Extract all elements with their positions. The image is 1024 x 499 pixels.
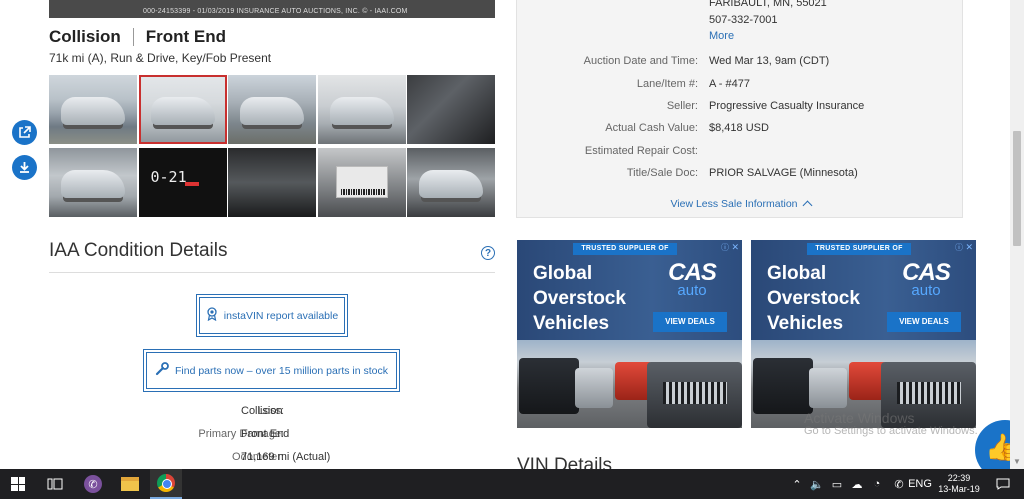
view-deals-button[interactable]: VIEW DEALS xyxy=(653,312,727,332)
vehicle-subtitle: 71k mi (A), Run & Drive, Key/Fob Present xyxy=(49,51,272,65)
damage-title: Front End xyxy=(145,27,227,46)
viber-app-icon[interactable]: ✆ xyxy=(78,469,108,499)
ad-headline: Global Overstock Vehicles xyxy=(533,263,626,334)
windows-taskbar: ✆ ⌃ 🔈 ▭ ☁ ◔ ✆ ENG 22:39 13-Mar-19 xyxy=(0,469,1024,499)
vin-details-heading: VIN Details xyxy=(517,455,613,469)
task-view-icon[interactable] xyxy=(40,469,70,499)
thumb-1[interactable] xyxy=(49,75,137,144)
ad-headline: Global Overstock Vehicles xyxy=(767,263,860,334)
ad-ribbon: TRUSTED SUPPLIER OF xyxy=(573,243,677,255)
ad-info-icon[interactable]: ⓘ xyxy=(955,242,963,253)
clock-time: 22:39 xyxy=(947,473,971,483)
section-divider xyxy=(49,272,495,273)
vehicle-title: Collision Front End xyxy=(49,27,226,47)
find-parts-label: Find parts now – over 15 million parts i… xyxy=(174,364,388,377)
windows-logo-icon xyxy=(11,477,25,491)
activate-windows-watermark: Activate Windows Go to Settings to activ… xyxy=(804,410,978,437)
battery-icon[interactable]: ▭ xyxy=(828,469,846,499)
ad-close-icon[interactable]: ✕ xyxy=(731,242,739,253)
thumb-3[interactable] xyxy=(228,75,316,144)
view-less-link[interactable]: View Less Sale Information xyxy=(517,198,964,211)
cas-auto-logo: CAS auto xyxy=(902,259,951,299)
thumb-2[interactable] xyxy=(138,75,227,144)
view-deals-button[interactable]: VIEW DEALS xyxy=(887,312,961,332)
tray-expand-icon[interactable]: ⌃ xyxy=(788,469,806,499)
wrench-icon xyxy=(155,362,169,379)
condition-heading: IAA Condition Details xyxy=(49,240,228,261)
cloud-icon[interactable]: ☁ xyxy=(848,469,866,499)
ad-vehicle-photo xyxy=(517,340,742,428)
scroll-down-arrow-icon[interactable]: ▼ xyxy=(1010,455,1024,469)
thumbnail-gallery: 0-21 xyxy=(49,75,495,218)
clock-date: 13-Mar-19 xyxy=(938,484,980,494)
seller-city: FARIBAULT, MN, 55021 xyxy=(709,0,827,9)
ribbon-badge-icon xyxy=(206,307,218,324)
start-button[interactable] xyxy=(0,469,36,499)
find-parts-button[interactable]: Find parts now – over 15 million parts i… xyxy=(143,349,400,392)
instavin-button[interactable]: instaVIN report available xyxy=(196,294,348,337)
thumb-8[interactable] xyxy=(228,148,316,217)
photo-caption: 000-24153399 - 01/03/2019 INSURANCE AUTO… xyxy=(143,8,408,15)
title-divider xyxy=(132,28,134,46)
download-icon[interactable] xyxy=(12,155,37,180)
scrollbar[interactable] xyxy=(1010,0,1024,469)
more-link[interactable]: More xyxy=(709,30,734,42)
notification-center-icon[interactable] xyxy=(990,469,1016,499)
ad-close-icon[interactable]: ✕ xyxy=(965,242,973,253)
ad-banner-1[interactable]: TRUSTED SUPPLIER OF ⓘ ✕ Global Overstock… xyxy=(517,240,742,428)
thumb-7[interactable]: 0-21 xyxy=(138,148,227,217)
scrollbar-thumb[interactable] xyxy=(1013,131,1021,246)
instavin-label: instaVIN report available xyxy=(223,309,339,322)
system-clock[interactable]: 22:39 13-Mar-19 xyxy=(934,469,984,499)
language-indicator[interactable]: ENG xyxy=(908,469,932,499)
thumb-10[interactable] xyxy=(407,148,495,217)
thumb-6[interactable] xyxy=(49,148,137,217)
network-icon[interactable]: ◔ xyxy=(868,469,886,499)
thumb-9[interactable] xyxy=(317,148,406,217)
chevron-up-icon xyxy=(802,200,812,211)
file-explorer-icon[interactable] xyxy=(114,469,146,499)
ad-banner-2[interactable]: TRUSTED SUPPLIER OF ⓘ ✕ Global Overstock… xyxy=(751,240,976,428)
browser-viewport: 000-24153399 - 01/03/2019 INSURANCE AUTO… xyxy=(0,0,1024,469)
open-external-icon[interactable] xyxy=(12,120,37,145)
cas-auto-logo: CAS auto xyxy=(668,259,717,299)
viber-tray-icon[interactable]: ✆ xyxy=(890,469,908,499)
help-icon[interactable]: ? xyxy=(481,246,495,260)
chrome-app-icon[interactable] xyxy=(150,469,182,499)
thumb-4[interactable] xyxy=(317,75,406,144)
thumb-5[interactable] xyxy=(407,75,495,144)
sale-info-panel: FARIBAULT, MN, 55021 507-332-7001 More A… xyxy=(516,0,963,218)
volume-icon[interactable]: 🔈 xyxy=(808,469,826,499)
odometer-display: 0-21 xyxy=(150,168,187,186)
ad-info-icon[interactable]: ⓘ xyxy=(721,242,729,253)
loss-title: Collision xyxy=(49,27,121,46)
ad-ribbon: TRUSTED SUPPLIER OF xyxy=(807,243,911,255)
seller-phone: 507-332-7001 xyxy=(709,14,778,26)
main-photo-strip[interactable]: 000-24153399 - 01/03/2019 INSURANCE AUTO… xyxy=(49,0,495,18)
